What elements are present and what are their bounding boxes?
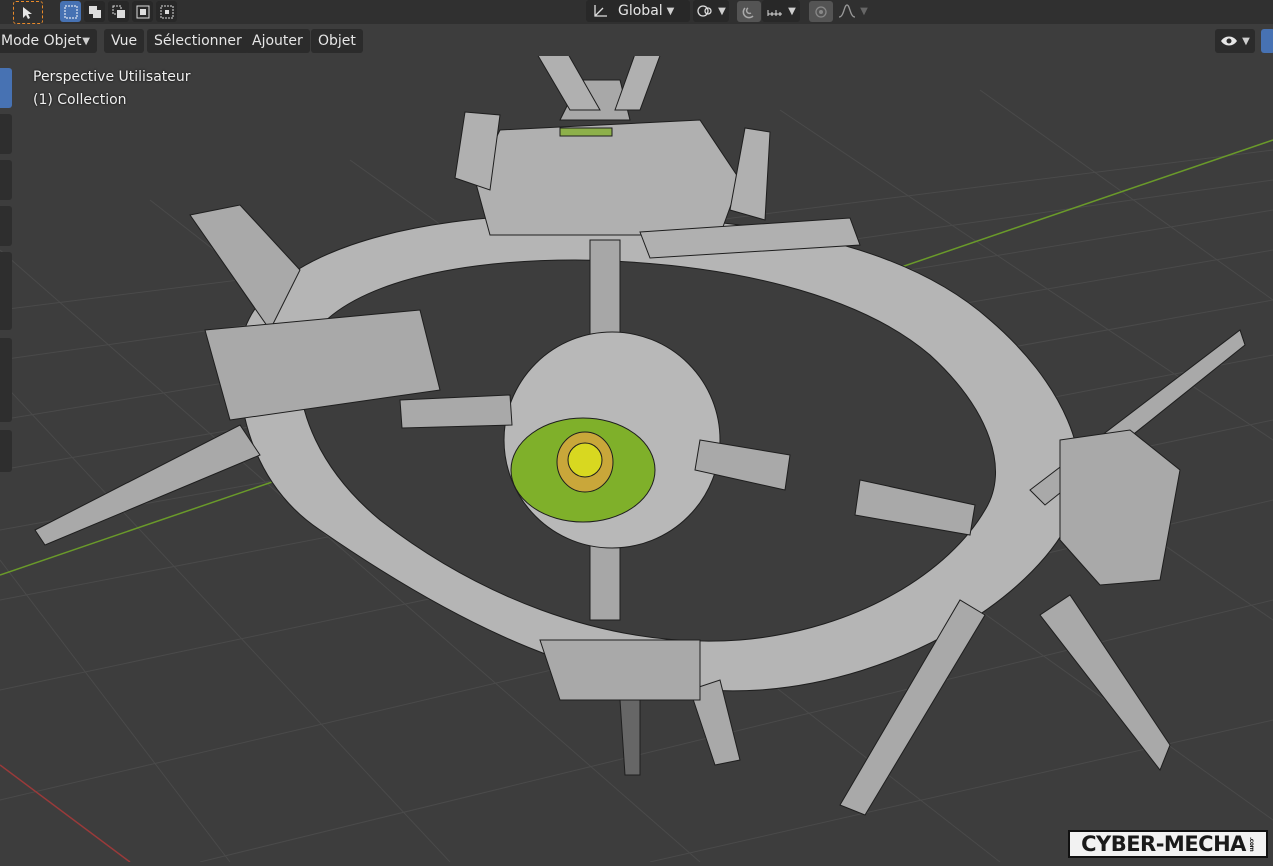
select-extend-icon[interactable]	[84, 1, 105, 22]
view-name-label: Perspective Utilisateur	[33, 69, 191, 85]
transform-orientation-label: Global	[618, 3, 663, 19]
x-axis-line	[0, 764, 131, 863]
menu-label: Ajouter	[252, 33, 303, 49]
chevron-down-icon: ▼	[860, 5, 868, 17]
central-sphere	[503, 331, 721, 549]
transform-pivot-icon	[697, 5, 712, 17]
menu-ajouter[interactable]: Ajouter	[245, 29, 310, 53]
tool-slot[interactable]	[0, 114, 12, 154]
tool-slot[interactable]	[0, 206, 12, 246]
tool-slot[interactable]	[0, 160, 12, 200]
cursor-arrow-icon[interactable]	[13, 1, 43, 24]
tool-slot[interactable]	[0, 338, 12, 422]
mode-dropdown[interactable]: Mode Objet ▼	[0, 29, 97, 53]
viewport-header: Mode Objet ▼ Vue Sélectionner Ajouter Ob…	[0, 26, 1273, 56]
chevron-down-icon: ▼	[1242, 35, 1250, 47]
falloff-curve-icon	[838, 4, 856, 18]
chevron-down-icon: ▼	[82, 35, 90, 47]
menu-objet[interactable]: Objet	[311, 29, 363, 53]
eye-visibility-icon	[1221, 36, 1238, 46]
collection-label: (1) Collection	[33, 92, 127, 108]
snap-target-dropdown[interactable]: ▼	[762, 0, 800, 22]
chevron-down-icon: ▼	[666, 5, 675, 17]
transform-orientation-dropdown[interactable]: Global ▼	[586, 0, 690, 22]
visibility-dropdown[interactable]: ▼	[1215, 29, 1255, 53]
tool-slot[interactable]	[0, 430, 12, 472]
falloff-dropdown[interactable]: ▼	[834, 0, 872, 22]
snap-increment-icon	[767, 10, 783, 16]
menu-selectionner[interactable]: Sélectionner	[147, 29, 249, 53]
top-toolbar: Global ▼ ▼ ▼ ▼	[0, 0, 1273, 24]
select-new-icon[interactable]	[60, 1, 81, 22]
axis-orientation-icon	[594, 5, 607, 17]
menu-label: Objet	[318, 33, 356, 49]
mode-label: Mode Objet	[1, 33, 82, 49]
select-subtract-icon[interactable]	[108, 1, 129, 22]
tool-slot[interactable]	[0, 252, 12, 330]
chevron-down-icon: ▼	[718, 5, 726, 17]
tool-slot-active[interactable]	[0, 68, 12, 108]
magnet-snap-icon[interactable]	[737, 1, 761, 22]
menu-label: Sélectionner	[154, 33, 242, 49]
gizmo-toggle-icon[interactable]	[1261, 29, 1273, 53]
chevron-down-icon: ▼	[788, 5, 796, 17]
select-invert-icon[interactable]	[132, 1, 153, 22]
pivot-point-dropdown[interactable]: ▼	[693, 0, 729, 22]
proportional-editing-icon[interactable]	[809, 1, 833, 22]
left-tool-strip	[0, 68, 12, 472]
top-module	[454, 39, 861, 259]
watermark-suffix: .com	[1247, 836, 1255, 852]
menu-vue[interactable]: Vue	[104, 29, 145, 53]
select-intersect-icon[interactable]	[156, 1, 177, 22]
watermark-text: CYBER-MECHA	[1081, 832, 1246, 856]
watermark-logo: CYBER-MECHA .com	[1068, 830, 1268, 858]
3d-viewport[interactable]	[0, 39, 1273, 863]
viewport-scene	[0, 39, 1273, 863]
menu-label: Vue	[111, 33, 138, 49]
